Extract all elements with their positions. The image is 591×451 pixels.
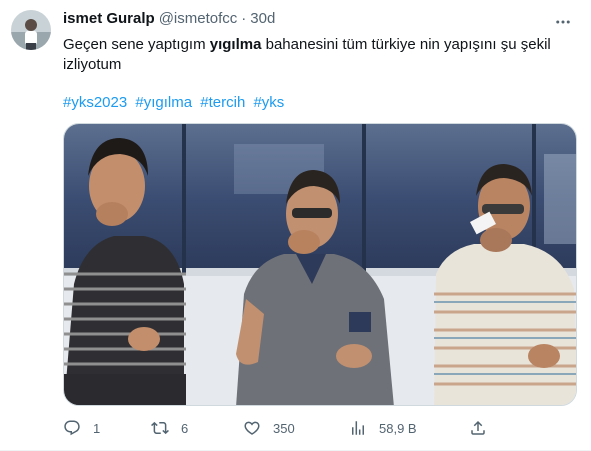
share-button[interactable]	[469, 418, 487, 438]
retweet-icon	[151, 421, 169, 435]
reply-icon	[64, 420, 80, 436]
like-count: 350	[273, 420, 295, 436]
hashtag-row: #yks2023 #yıgılma #tercih #yks	[63, 93, 288, 113]
tweet-text: Geçen sene yaptıgım yıgılma bahanesini t…	[63, 35, 563, 75]
more-dots-icon	[556, 20, 570, 24]
views-button[interactable]: 58,9 B	[349, 418, 417, 438]
retweet-count: 6	[181, 420, 189, 436]
views-count: 58,9 B	[379, 420, 417, 436]
tweet-header: ismet Guralp @ismetofcc · 30d	[63, 10, 275, 27]
user-handle[interactable]: @ismetofcc	[159, 10, 238, 27]
like-button[interactable]: 350	[243, 418, 295, 438]
heart-icon	[244, 421, 260, 435]
more-button[interactable]	[553, 12, 573, 32]
hashtag-link[interactable]: #yks	[253, 94, 284, 111]
hashtag-link[interactable]: #tercih	[200, 94, 245, 111]
tweet: ismet Guralp @ismetofcc · 30d Geçen sene…	[0, 0, 591, 451]
action-bar: 1 6 350 58,9 B	[63, 418, 493, 438]
hashtag-link[interactable]: #yks2023	[63, 94, 127, 111]
display-name[interactable]: ismet Guralp	[63, 10, 155, 27]
hashtag-link[interactable]: #yıgılma	[135, 94, 192, 111]
avatar[interactable]	[11, 10, 51, 50]
reply-button[interactable]: 1	[63, 418, 100, 438]
timestamp[interactable]: 30d	[250, 10, 275, 27]
tweet-text-bold: yıgılma	[209, 36, 262, 53]
tweet-text-part: Geçen sene yaptıgım	[63, 36, 210, 53]
reply-count: 1	[93, 420, 101, 436]
separator-dot: ·	[241, 10, 247, 27]
views-chart-icon	[352, 421, 364, 435]
retweet-button[interactable]: 6	[151, 418, 188, 438]
tweet-photo[interactable]	[63, 123, 577, 406]
share-icon	[471, 420, 485, 435]
